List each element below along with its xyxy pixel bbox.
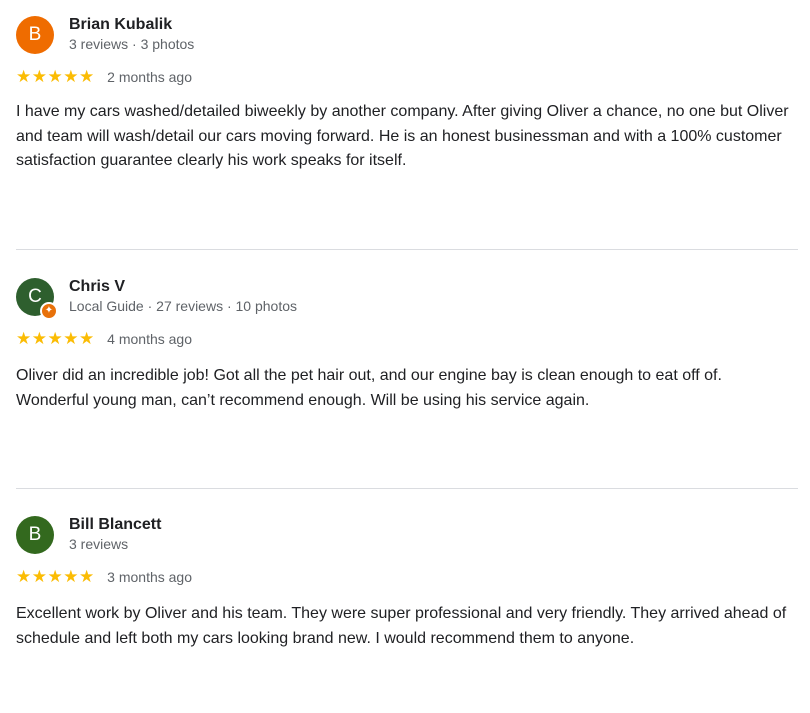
review-date: 4 months ago	[107, 331, 192, 347]
review-text: I have my cars washed/detailed biweekly …	[16, 103, 789, 169]
review-date: 3 months ago	[107, 569, 192, 585]
divider	[16, 488, 798, 489]
local-guide-badge-icon: ✦	[40, 302, 58, 320]
review-text: Excellent work by Oliver and his team. T…	[16, 605, 787, 647]
rating-row: ★★★★★ 3 months ago	[16, 567, 192, 587]
reviewer-meta: Local Guide · 27 reviews · 10 photos	[69, 298, 298, 314]
star-rating-icon: ★★★★★	[16, 67, 95, 86]
reviewer-name[interactable]: Chris V	[69, 278, 125, 296]
review-text: Oliver did an incredible job! Got all th…	[16, 367, 722, 409]
star-rating-icon: ★★★★★	[16, 329, 95, 348]
review-date: 2 months ago	[107, 69, 192, 85]
divider	[16, 249, 798, 250]
reviewer-meta: 3 reviews · 3 photos	[69, 36, 195, 52]
star-rating-icon: ★★★★★	[16, 567, 95, 586]
reviewer-name[interactable]: Brian Kubalik	[69, 16, 172, 34]
rating-row: ★★★★★ 2 months ago	[16, 67, 192, 87]
avatar[interactable]: B	[16, 16, 54, 54]
avatar[interactable]: B	[16, 516, 54, 554]
reviewer-name[interactable]: Bill Blancett	[69, 516, 161, 534]
rating-row: ★★★★★ 4 months ago	[16, 329, 192, 349]
avatar-initial: C	[28, 286, 42, 307]
reviewer-meta: 3 reviews	[69, 536, 129, 552]
